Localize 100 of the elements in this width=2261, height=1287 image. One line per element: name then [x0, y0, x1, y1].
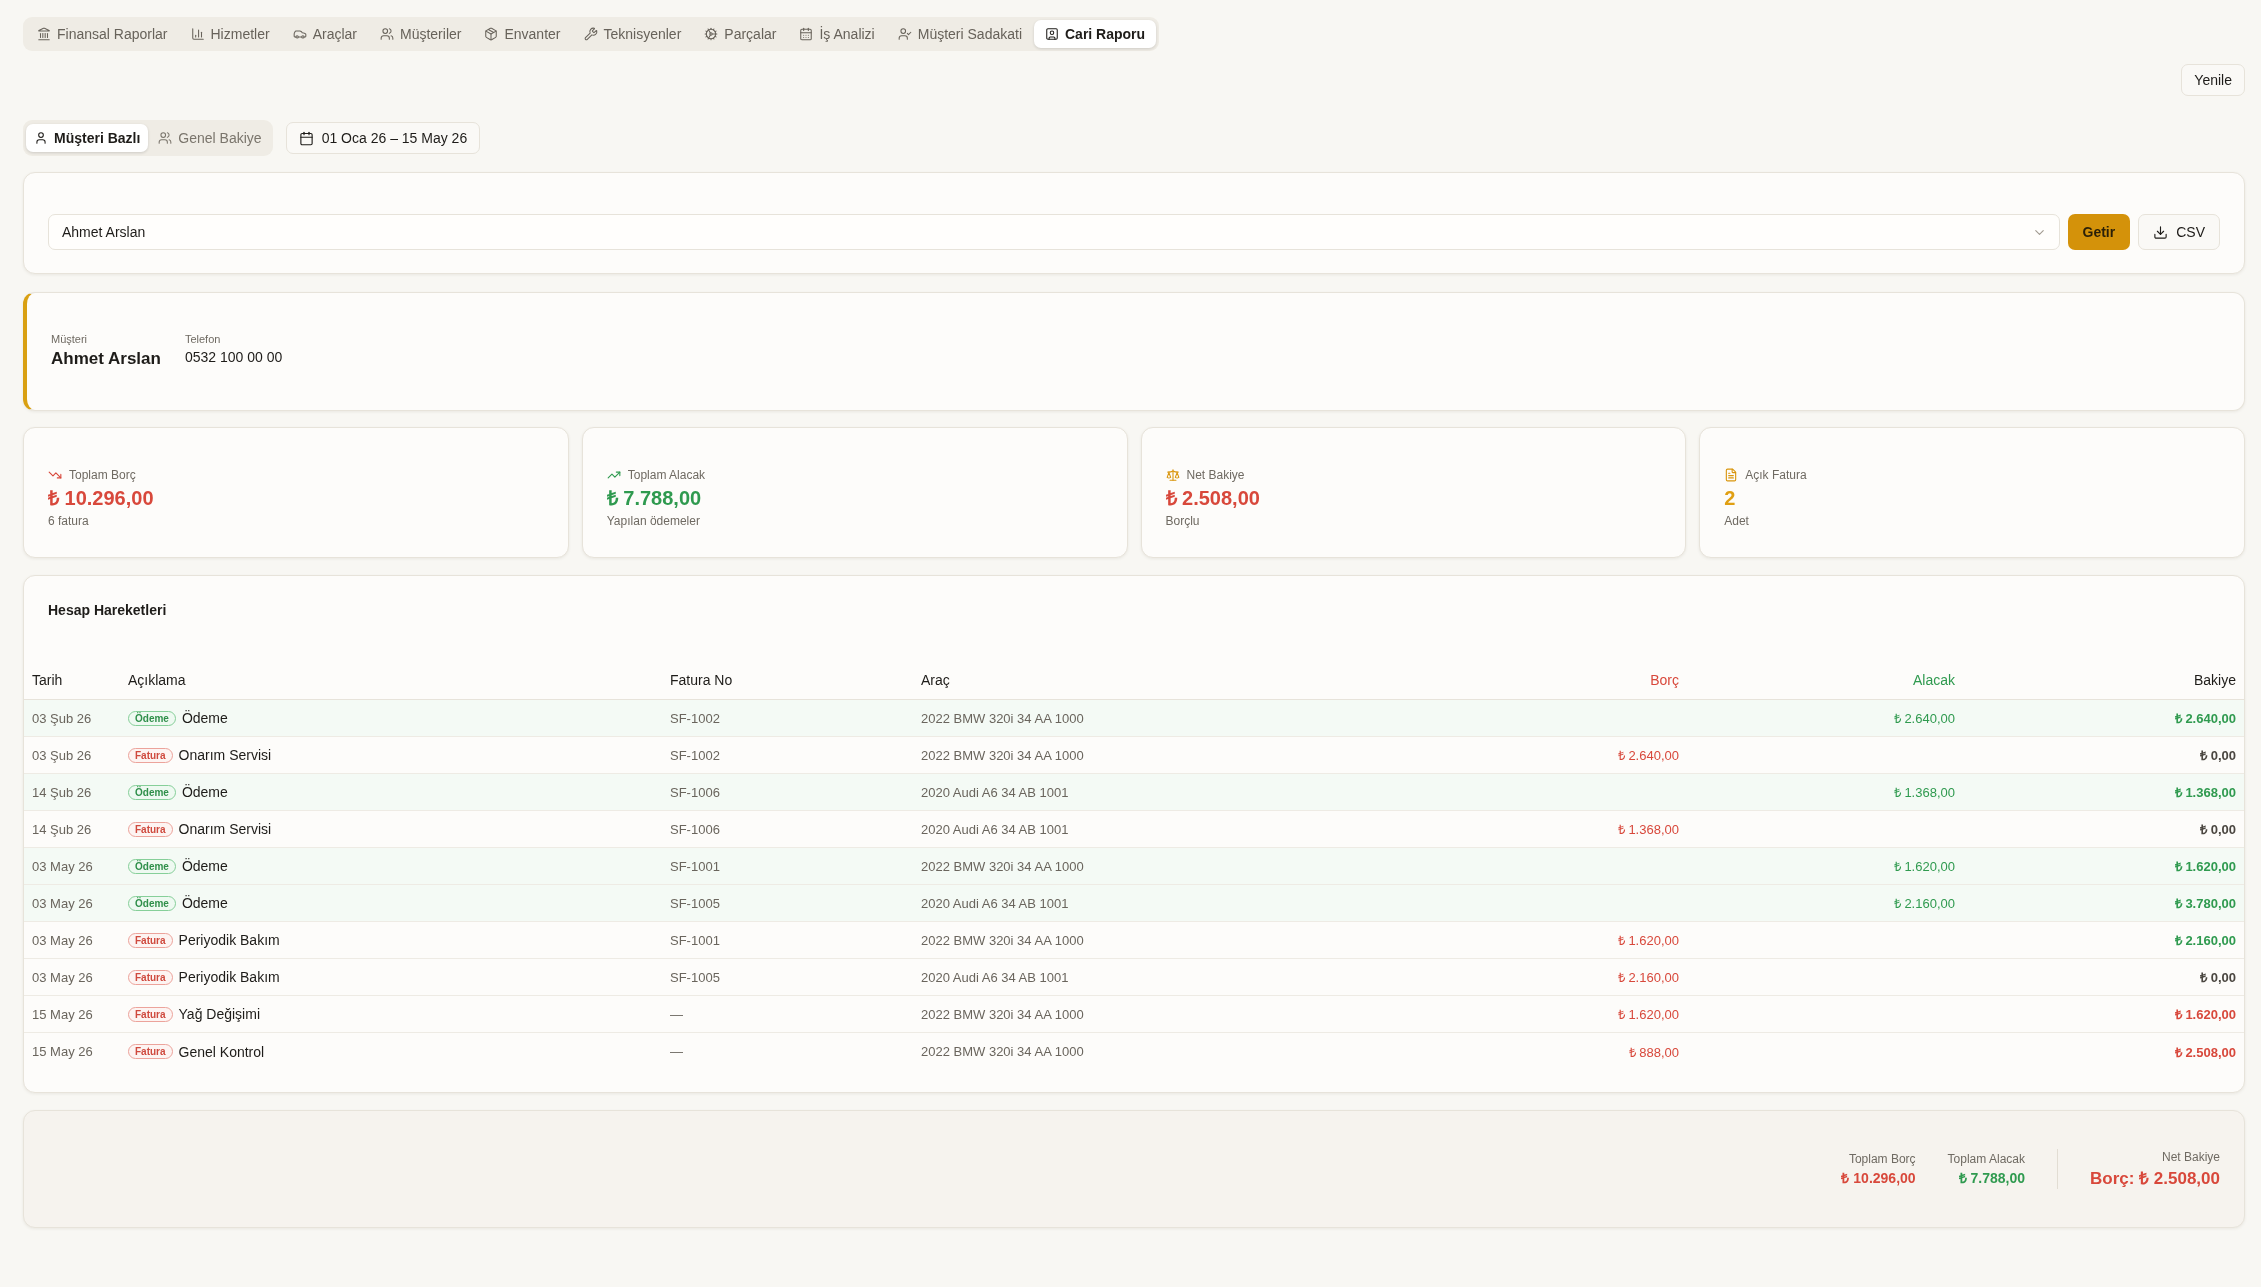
invoice-number: SF-1001 — [669, 858, 721, 874]
nav-tab[interactable]: Müşteriler — [369, 20, 473, 48]
invoice-number: SF-1002 — [669, 710, 721, 726]
date-text: 14 Şub 26 — [31, 821, 93, 837]
stat-label: Toplam Alacak — [627, 468, 706, 482]
column-header: Borç — [1649, 672, 1680, 688]
total-value: ₺ 10.296,00 — [1841, 1168, 1916, 1187]
fetch-button[interactable]: Getir — [2067, 214, 2131, 250]
column-header: Fatura No — [669, 672, 734, 688]
debit-amount: ₺ 1.620,00 — [1616, 932, 1680, 949]
invoice-number: SF-1006 — [669, 784, 721, 800]
segment-tab[interactable]: Genel Bakiye — [150, 124, 270, 152]
vehicle-text: 2022 BMW 320i 34 AA 1000 — [920, 710, 1085, 726]
refresh-button[interactable]: Yenile — [2181, 64, 2245, 96]
vehicle-text: 2022 BMW 320i 34 AA 1000 — [920, 858, 1085, 874]
nav-tab[interactable]: Teknisyenler — [572, 20, 693, 48]
balance-amount: ₺ 0,00 — [2199, 747, 2237, 764]
balance-amount: ₺ 2.640,00 — [2173, 710, 2237, 727]
invoice-number: SF-1001 — [669, 932, 721, 948]
net-balance-value: Borç: ₺ 2.508,00 — [2090, 1167, 2220, 1189]
date-range-button[interactable]: 01 Oca 26 – 15 May 26 — [285, 122, 481, 154]
stat-value: ₺ 2.508,00 — [1165, 486, 1261, 511]
vehicle-text: 2022 BMW 320i 34 AA 1000 — [920, 1006, 1085, 1022]
balance-amount: ₺ 3.780,00 — [2173, 895, 2237, 912]
net-balance-label: Net Bakiye — [2161, 1149, 2220, 1164]
description-text: Ödeme — [181, 784, 228, 800]
description-text: Genel Kontrol — [178, 1043, 265, 1060]
date-text: 15 May 26 — [31, 1006, 94, 1022]
balance-amount: ₺ 2.160,00 — [2173, 932, 2237, 949]
invoice-number: SF-1005 — [669, 895, 721, 911]
package-icon — [484, 27, 499, 41]
date-text: 15 May 26 — [31, 1044, 94, 1059]
nav-tab[interactable]: Cari Raporu — [1034, 20, 1157, 48]
invoice-number: SF-1005 — [669, 969, 721, 985]
date-text: 03 Şub 26 — [31, 747, 93, 763]
status-badge: Ödeme — [128, 710, 176, 726]
debit-amount: ₺ 1.620,00 — [1616, 1006, 1680, 1023]
ledger-title: Hesap Hareketleri — [48, 601, 168, 620]
status-badge: Fatura — [128, 821, 173, 837]
date-text: 03 May 26 — [31, 858, 94, 874]
nav-tab[interactable]: Müşteri Sadakati — [886, 20, 1033, 48]
stat-note: Adet — [1724, 514, 1750, 528]
nav-tab[interactable]: Araçlar — [281, 20, 368, 48]
stat-note: Borçlu — [1165, 514, 1201, 528]
description-text: Ödeme — [181, 895, 228, 911]
user-card-icon — [1045, 27, 1059, 41]
nav-tab[interactable]: Parçalar — [693, 20, 788, 48]
status-badge: Fatura — [128, 1006, 173, 1022]
balance-amount: ₺ 1.368,00 — [2173, 784, 2237, 801]
nav-tab[interactable]: İş Analizi — [788, 20, 886, 48]
download-icon — [2153, 224, 2169, 240]
stat-label: Toplam Borç — [69, 468, 136, 482]
nav-tab[interactable]: Envanter — [473, 20, 572, 48]
description-text: Periyodik Bakım — [178, 932, 280, 948]
bar-chart-icon — [190, 27, 205, 41]
customer-label: Müşteri — [51, 333, 89, 345]
credit-amount: ₺ 1.620,00 — [1892, 858, 1956, 875]
vehicle-text: 2022 BMW 320i 34 AA 1000 — [920, 932, 1085, 948]
vehicle-text: 2022 BMW 320i 34 AA 1000 — [920, 1044, 1085, 1059]
balance-amount: ₺ 1.620,00 — [2173, 858, 2237, 875]
column-header: Alacak — [1911, 672, 1956, 688]
calendar-icon — [298, 130, 314, 146]
credit-amount: ₺ 2.640,00 — [1892, 710, 1956, 727]
vehicle-text: 2022 BMW 320i 34 AA 1000 — [920, 747, 1085, 763]
description-text: Onarım Servisi — [178, 747, 272, 763]
balance-amount: ₺ 0,00 — [2199, 821, 2237, 838]
total-label: Toplam Borç — [1848, 1151, 1916, 1166]
scale-icon — [1165, 468, 1180, 482]
stat-label: Açık Fatura — [1745, 468, 1807, 482]
credit-amount: ₺ 2.160,00 — [1892, 895, 1956, 912]
vehicle-text: 2020 Audi A6 34 AB 1001 — [920, 969, 1070, 985]
users-icon — [158, 131, 173, 145]
status-badge: Fatura — [128, 969, 173, 985]
invoice-number: — — [669, 1044, 684, 1059]
balance-amount: ₺ 1.620,00 — [2173, 1006, 2237, 1023]
date-text: 03 May 26 — [31, 895, 94, 911]
description-text: Yağ Değişimi — [178, 1006, 260, 1022]
stat-note: 6 fatura — [48, 514, 90, 528]
user-icon — [34, 131, 48, 145]
vehicle-text: 2020 Audi A6 34 AB 1001 — [920, 821, 1070, 837]
credit-amount: ₺ 1.368,00 — [1892, 784, 1956, 801]
balance-amount: ₺ 2.508,00 — [2173, 1043, 2237, 1061]
segment-tab[interactable]: Müşteri Bazlı — [26, 124, 149, 152]
stat-note: Yapılan ödemeler — [606, 514, 701, 528]
column-header: Açıklama — [127, 672, 187, 688]
nav-tab[interactable]: Finansal Raporlar — [26, 20, 179, 48]
stat-value: ₺ 10.296,00 — [48, 486, 155, 511]
status-badge: Ödeme — [128, 858, 176, 874]
column-header: Araç — [920, 672, 951, 688]
nav-tab[interactable]: Hizmetler — [179, 20, 281, 48]
balance-amount: ₺ 0,00 — [2199, 969, 2237, 986]
column-header: Bakiye — [2192, 672, 2237, 688]
export-button[interactable]: CSV — [2138, 214, 2220, 250]
invoice-number: — — [669, 1006, 684, 1022]
description-text: Periyodik Bakım — [178, 969, 280, 985]
date-text: 03 May 26 — [31, 932, 94, 948]
phone-label: Telefon — [184, 333, 222, 345]
vehicle-text: 2020 Audi A6 34 AB 1001 — [920, 895, 1070, 911]
debit-amount: ₺ 888,00 — [1627, 1043, 1680, 1061]
customer-select[interactable]: Ahmet Arslan — [48, 214, 2060, 250]
